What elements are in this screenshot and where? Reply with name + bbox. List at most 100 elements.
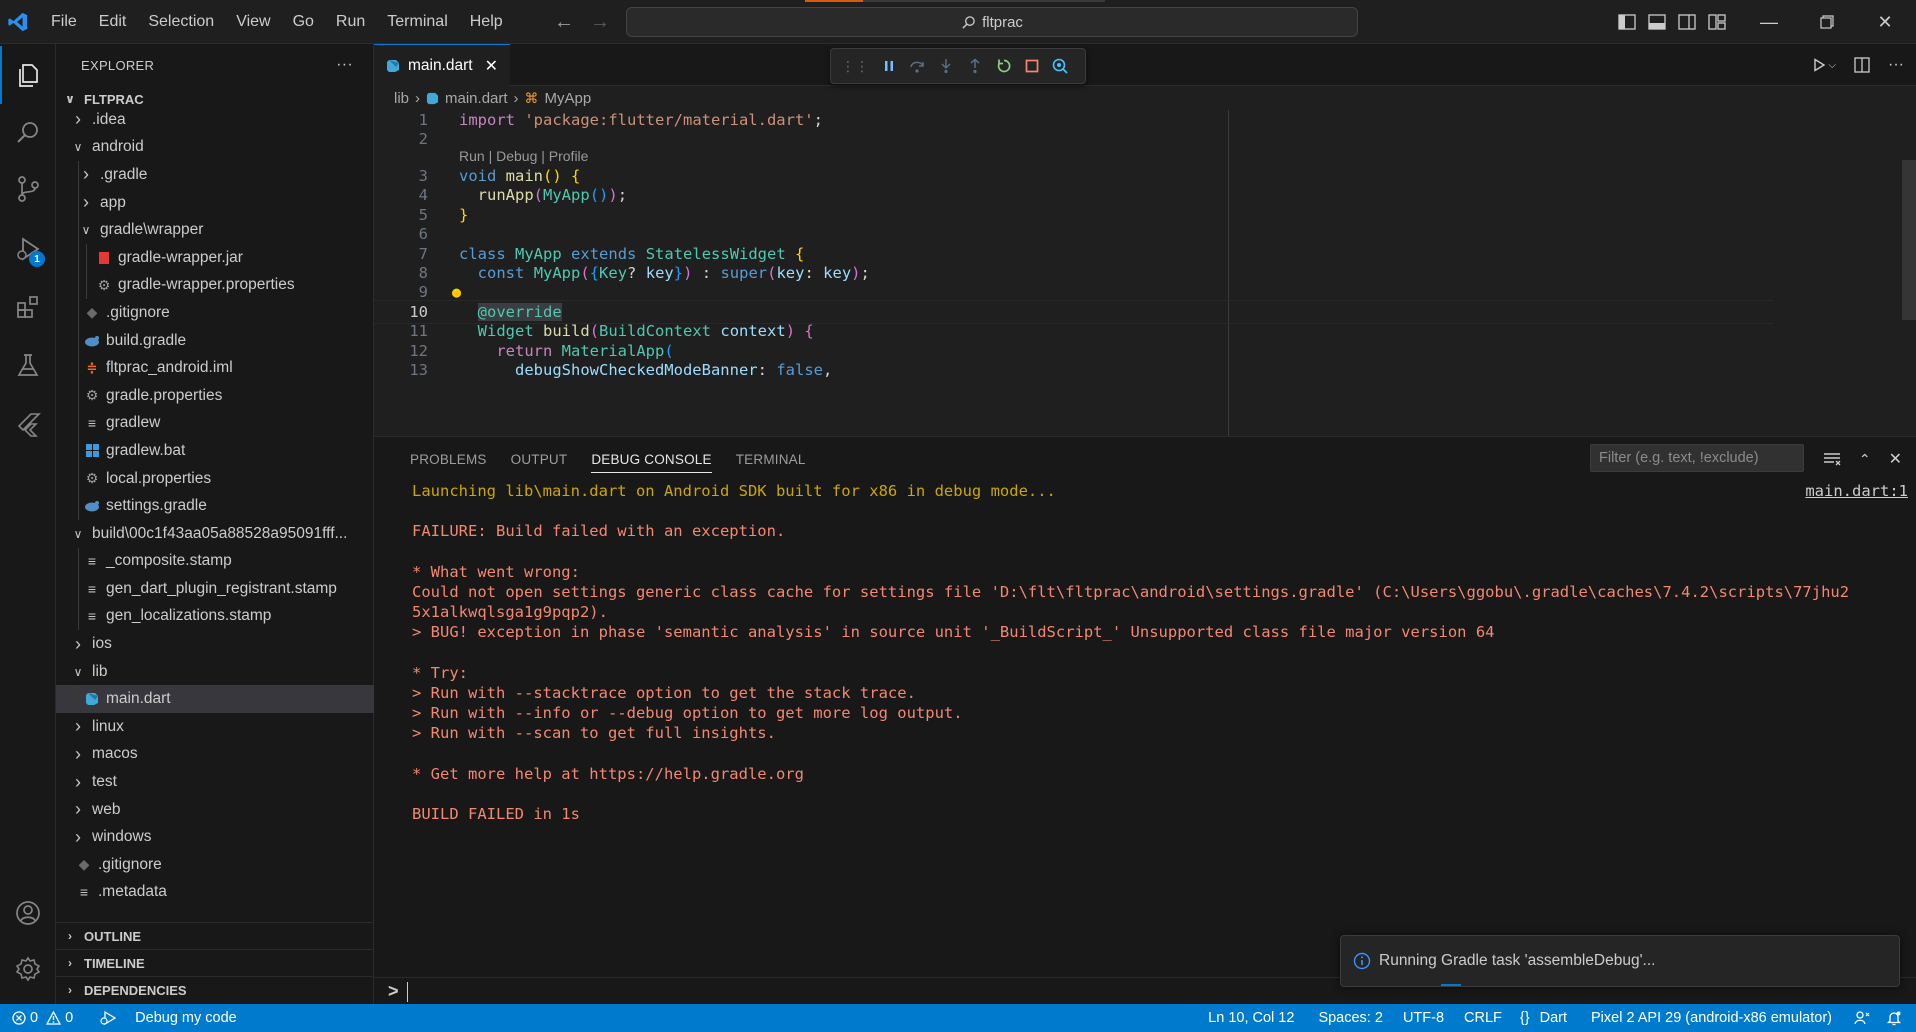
minimize-icon[interactable]: —	[1740, 0, 1798, 44]
tab-terminal[interactable]: TERMINAL	[724, 437, 818, 481]
lightbulb-icon[interactable]: ●	[452, 283, 461, 301]
search-icon[interactable]	[0, 104, 56, 162]
tree-file[interactable]: main.dart	[56, 685, 374, 714]
run-play-icon[interactable]: ⌵	[1812, 58, 1836, 72]
drag-handle-icon[interactable]: ⋮⋮	[841, 58, 869, 75]
tree-file[interactable]: ≡ gen_dart_plugin_registrant.stamp	[56, 575, 374, 603]
pause-icon[interactable]	[882, 59, 896, 73]
tree-file[interactable]: settings.gradle	[56, 492, 374, 520]
command-center-search[interactable]: fltprac	[626, 7, 1358, 37]
menu-view[interactable]: View	[225, 0, 281, 44]
tree-file[interactable]: ≑ fltprac_android.iml	[56, 354, 374, 382]
tree-file[interactable]: ≡ .metadata	[56, 879, 374, 907]
close-window-icon[interactable]: ✕	[1856, 0, 1914, 44]
language-mode[interactable]: {} Dart	[1512, 1004, 1575, 1032]
feedback-icon[interactable]	[1846, 1004, 1878, 1032]
code-editor[interactable]: 1 import 'package:flutter/material.dart';…	[374, 110, 1916, 436]
step-into-icon[interactable]	[938, 58, 954, 74]
customize-layout-icon[interactable]	[1708, 14, 1726, 30]
chevron-down-icon[interactable]: ⌵	[1828, 60, 1836, 71]
outline-section[interactable]: › OUTLINE	[56, 922, 374, 949]
more-actions-icon[interactable]: ···	[1888, 56, 1904, 74]
codelens[interactable]: Run | Debug | Profile	[374, 146, 1774, 166]
tree-file[interactable]: ⚙ local.properties	[56, 464, 374, 493]
source-control-icon[interactable]	[0, 160, 56, 218]
tab-output[interactable]: OUTPUT	[499, 437, 580, 481]
notification-toast[interactable]: Running Gradle task 'assembleDebug'...	[1340, 935, 1900, 987]
tree-folder[interactable]: › .idea	[56, 106, 374, 134]
console-filter-input[interactable]: Filter (e.g. text, !exclude)	[1590, 444, 1804, 472]
timeline-section[interactable]: › TIMELINE	[56, 949, 374, 976]
step-out-icon[interactable]	[967, 58, 983, 74]
back-arrow-icon[interactable]: ←	[554, 11, 574, 34]
tree-folder[interactable]: › test	[56, 768, 374, 796]
menu-selection[interactable]: Selection	[137, 0, 225, 44]
tree-folder[interactable]: › .gradle	[56, 161, 374, 189]
tab-debug-console[interactable]: DEBUG CONSOLE	[579, 437, 723, 481]
menu-file[interactable]: File	[40, 0, 88, 44]
tree-file[interactable]: ≡ gen_localizations.stamp	[56, 602, 374, 631]
menu-terminal[interactable]: Terminal	[376, 0, 458, 44]
tree-file[interactable]: gradle-wrapper.jar	[56, 243, 374, 272]
stop-icon[interactable]	[1025, 59, 1039, 73]
toggle-panel-icon[interactable]	[1648, 14, 1666, 30]
menu-go[interactable]: Go	[282, 0, 325, 44]
tree-file[interactable]: ⚙ gradle-wrapper.properties	[56, 271, 374, 300]
tree-folder[interactable]: › web	[56, 796, 374, 824]
close-panel-icon[interactable]: ✕	[1889, 449, 1902, 469]
tree-folder[interactable]: › ios	[56, 630, 374, 658]
close-tab-icon[interactable]: ✕	[485, 56, 498, 76]
tree-folder[interactable]: › app	[56, 188, 374, 217]
step-over-icon[interactable]	[909, 58, 925, 74]
testing-icon[interactable]	[0, 336, 56, 394]
inspect-widget-icon[interactable]	[1052, 58, 1068, 74]
device-selector[interactable]: Pixel 2 API 29 (android-x86 emulator)	[1583, 1004, 1840, 1032]
problems-status[interactable]: 0 0	[0, 1004, 81, 1032]
tree-folder[interactable]: ∨ lib	[56, 658, 374, 686]
debug-status[interactable]: Debug my code	[91, 1004, 245, 1032]
line-ending[interactable]: CRLF	[1456, 1004, 1510, 1032]
tree-folder[interactable]: ∨ android	[56, 134, 374, 162]
settings-gear-icon[interactable]	[0, 940, 56, 998]
tree-file[interactable]: ≡ _composite.stamp	[56, 547, 374, 576]
toggle-sidebar-icon[interactable]	[1618, 14, 1636, 30]
encoding[interactable]: UTF-8	[1395, 1004, 1452, 1032]
editor-scrollbar[interactable]	[1902, 160, 1916, 320]
more-actions-icon[interactable]: ···	[336, 56, 353, 74]
tree-folder[interactable]: › windows	[56, 823, 374, 851]
extensions-icon[interactable]	[0, 278, 56, 336]
tree-folder[interactable]: › macos	[56, 741, 374, 769]
menu-edit[interactable]: Edit	[88, 0, 138, 44]
breadcrumb-lib[interactable]: lib	[394, 90, 409, 107]
forward-arrow-icon[interactable]: →	[590, 11, 610, 34]
indentation[interactable]: Spaces: 2	[1310, 1004, 1391, 1032]
restore-icon[interactable]	[1798, 0, 1856, 44]
split-editor-icon[interactable]	[1854, 57, 1870, 73]
tree-file[interactable]: ≡ gradlew	[56, 409, 374, 438]
dependencies-section[interactable]: › DEPENDENCIES	[56, 976, 374, 1003]
menu-help[interactable]: Help	[459, 0, 514, 44]
tree-file[interactable]: build.gradle	[56, 326, 374, 355]
notifications-bell-icon[interactable]	[1878, 1004, 1910, 1032]
tree-folder[interactable]: ∨ gradle\wrapper	[56, 216, 374, 244]
tab-main-dart[interactable]: main.dart ✕	[374, 44, 511, 86]
tree-file[interactable]: gradlew.bat	[56, 437, 374, 465]
source-link[interactable]: main.dart:1	[1805, 481, 1908, 501]
cursor-position[interactable]: Ln 10, Col 12	[1200, 1004, 1302, 1032]
menu-run[interactable]: Run	[325, 0, 376, 44]
restart-icon[interactable]	[996, 58, 1012, 74]
run-debug-icon[interactable]: 1	[0, 220, 56, 278]
tree-file[interactable]: ⚙ gradle.properties	[56, 381, 374, 410]
clear-console-icon[interactable]	[1823, 451, 1841, 467]
accounts-icon[interactable]	[0, 884, 56, 942]
tab-problems[interactable]: PROBLEMS	[398, 437, 499, 481]
tree-file[interactable]: ◆ .gitignore	[56, 299, 374, 327]
flutter-icon[interactable]	[0, 396, 56, 454]
toggle-secondary-sidebar-icon[interactable]	[1678, 14, 1696, 30]
tree-folder[interactable]: › linux	[56, 713, 374, 741]
tree-folder[interactable]: ∨ build\00c1f43aa05a88528a95091fff...	[56, 520, 374, 548]
breadcrumb-main-dart[interactable]: main.dart	[445, 90, 508, 107]
maximize-panel-icon[interactable]: ⌃	[1859, 451, 1871, 468]
breadcrumb-myapp[interactable]: MyApp	[545, 90, 592, 107]
explorer-icon[interactable]	[0, 46, 56, 104]
